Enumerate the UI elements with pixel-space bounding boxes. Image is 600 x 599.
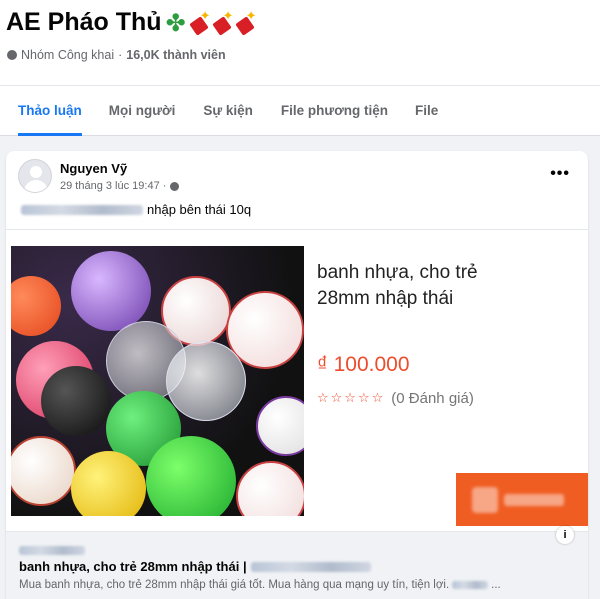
shop-banner: [456, 473, 588, 526]
more-options-button[interactable]: •••: [550, 165, 570, 183]
redacted-domain: [19, 546, 85, 555]
four-leaf-clover-icon: ✤: [165, 8, 186, 37]
link-preview[interactable]: banh nhựa, cho trẻ 28mm nhập thái | Mua …: [6, 532, 588, 599]
tab-events[interactable]: Sự kiện: [203, 86, 253, 136]
post-text: nhập bên thái 10q: [21, 202, 251, 217]
tab-people[interactable]: Mọi người: [109, 86, 176, 136]
redacted-text: [250, 561, 371, 572]
group-title[interactable]: AE Pháo Thủ: [6, 8, 162, 37]
member-count[interactable]: 16,0K thành viên: [126, 48, 225, 62]
product-name: banh nhựa, cho trẻ 28mm nhập thái: [317, 262, 478, 309]
tab-discussion[interactable]: Thảo luận: [18, 86, 82, 136]
post-author[interactable]: Nguyen Vỹ: [60, 161, 127, 176]
product-rating: ☆☆☆☆☆ (0 Đánh giá): [317, 390, 474, 407]
group-header: AE Pháo Thủ ✤ ✦ ✦ ✦ Nhóm Công khai · 16,…: [0, 0, 600, 136]
globe-icon: [170, 181, 180, 191]
tab-media[interactable]: File phương tiện: [281, 86, 388, 136]
product-price: ₫ 100.000: [317, 353, 410, 376]
meta-separator: ·: [118, 48, 123, 62]
post-time-text[interactable]: 29 tháng 3 lúc 19:47 ·: [60, 180, 166, 192]
rating-stars-icon: ☆☆☆☆☆: [317, 391, 386, 406]
post-text-visible: nhập bên thái 10q: [147, 202, 252, 217]
redacted-shop-name: [504, 493, 564, 506]
group-privacy: Nhóm Công khai: [21, 48, 115, 62]
post-timestamp: 29 tháng 3 lúc 19:47 ·: [60, 180, 180, 192]
firecracker-icon: ✦: [234, 10, 257, 36]
group-meta: Nhóm Công khai · 16,0K thành viên: [7, 48, 226, 62]
link-description: Mua banh nhựa, cho trẻ 28mm nhập thái gi…: [19, 579, 501, 591]
globe-icon: [7, 50, 17, 60]
tab-files[interactable]: File: [415, 86, 438, 136]
firecracker-icon: ✦: [211, 10, 234, 36]
redacted-text: [452, 581, 489, 589]
redacted-text: [21, 204, 143, 215]
post-card: Nguyen Vỹ 29 tháng 3 lúc 19:47 · ••• nhậ…: [6, 151, 588, 599]
info-icon[interactable]: i: [556, 526, 574, 544]
bouncy-balls-photo: [11, 246, 304, 516]
product-image[interactable]: banh nhựa, cho trẻ 28mm nhập thái ₫ 100.…: [6, 229, 588, 532]
group-title-row: AE Pháo Thủ ✤ ✦ ✦ ✦: [6, 8, 257, 37]
shop-logo-icon: [472, 486, 498, 513]
link-title: banh nhựa, cho trẻ 28mm nhập thái |: [19, 559, 371, 574]
firecracker-icon: ✦: [188, 10, 211, 36]
group-tabs: Thảo luận Mọi người Sự kiện File phương …: [0, 85, 600, 136]
rating-text: (0 Đánh giá): [391, 390, 474, 407]
avatar[interactable]: [18, 159, 52, 193]
